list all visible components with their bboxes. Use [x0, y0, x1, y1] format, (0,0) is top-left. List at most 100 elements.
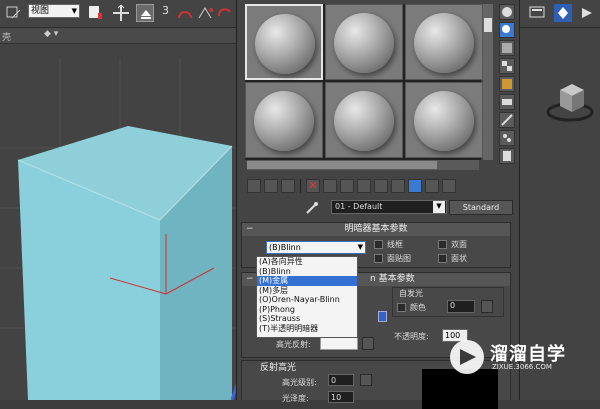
- make-preview-icon[interactable]: [499, 94, 515, 110]
- side-toolbar: [497, 4, 517, 164]
- material-sphere: [254, 91, 314, 151]
- sample-type-icon[interactable]: [499, 4, 515, 20]
- shader-dropdown-list: (A)各向异性 (B)Blinn (M)金属 (M)多层 (O)Oren-Nay…: [256, 256, 358, 338]
- material-type-button[interactable]: Standard: [449, 200, 513, 215]
- options-icon[interactable]: [499, 112, 515, 128]
- self-illum-spinner[interactable]: 0: [447, 300, 475, 313]
- slots-horizontal-scrollbar[interactable]: [247, 160, 479, 170]
- shader-option-highlighted[interactable]: (M)金属: [257, 276, 357, 286]
- rendered-frame-window-icon[interactable]: [554, 4, 572, 22]
- face-map-checkbox-row[interactable]: 面贴图: [374, 253, 411, 264]
- color-checkbox-row[interactable]: 颜色: [397, 302, 426, 313]
- material-map-navigator-icon[interactable]: [499, 148, 515, 164]
- self-illumination-group: 自发光 颜色 0: [392, 287, 504, 317]
- specular-level-map-button[interactable]: [360, 374, 372, 386]
- select-and-manipulate-icon[interactable]: [112, 4, 130, 22]
- sample-slot[interactable]: [325, 4, 403, 80]
- select-by-material-icon[interactable]: [499, 130, 515, 146]
- scrollbar-thumb[interactable]: [247, 161, 437, 169]
- shader-option[interactable]: (P)Phong: [257, 305, 357, 315]
- material-sphere: [255, 14, 315, 74]
- viewport-shading-dropdown[interactable]: ◆ ▾: [44, 29, 58, 39]
- go-to-parent-icon[interactable]: [408, 179, 422, 193]
- get-material-icon[interactable]: [247, 179, 261, 193]
- material-effects-icon[interactable]: [442, 179, 456, 193]
- shader-option[interactable]: (M)多层: [257, 286, 357, 296]
- eyedropper-icon[interactable]: [305, 201, 319, 215]
- angle-snap-icon[interactable]: [176, 4, 194, 22]
- specular-level-spinner[interactable]: 0: [328, 374, 354, 386]
- chevron-down-icon: ▼: [357, 243, 363, 251]
- checkbox-label: 双面: [451, 240, 467, 249]
- go-forward-to-sibling-icon[interactable]: [425, 179, 439, 193]
- shader-option[interactable]: (O)Oren-Nayar-Blinn: [257, 295, 357, 305]
- shader-option[interactable]: (T)半透明明暗器: [257, 324, 357, 334]
- shader-rollout-title: 明暗器基本参数: [344, 224, 408, 234]
- specular-level-label: 高光级别:: [282, 378, 317, 387]
- percent-snap-icon[interactable]: [196, 4, 214, 22]
- show-shaded-material-icon[interactable]: [374, 179, 388, 193]
- scrollbar-thumb[interactable]: [484, 18, 492, 32]
- material-sphere: [414, 13, 474, 73]
- glossiness-label: 光泽度:: [282, 394, 309, 403]
- sample-slot[interactable]: [405, 4, 483, 80]
- checkbox-label: 面状: [451, 254, 467, 263]
- material-sphere: [334, 13, 394, 73]
- face-map-checkbox[interactable]: [374, 254, 383, 263]
- pivot-point-icon[interactable]: [86, 4, 104, 22]
- material-sphere: [414, 91, 474, 151]
- specular-label: 高光反射:: [276, 340, 311, 349]
- render-production-icon[interactable]: [578, 4, 596, 22]
- render-setup-icon[interactable]: [528, 4, 546, 22]
- slots-vertical-scrollbar[interactable]: [483, 4, 493, 160]
- chevron-down-icon[interactable]: ▼: [433, 201, 445, 213]
- two-sided-checkbox[interactable]: [438, 240, 447, 249]
- put-to-scene-icon[interactable]: [264, 179, 278, 193]
- sample-slot[interactable]: [245, 82, 323, 158]
- chevron-down-icon: ▼: [71, 7, 77, 15]
- specular-color-swatch[interactable]: [320, 337, 358, 350]
- self-illumination-label: 自发光: [399, 289, 423, 298]
- lock-icon[interactable]: [378, 311, 387, 322]
- material-sphere: [334, 91, 394, 151]
- faceted-checkbox-row[interactable]: 面状: [438, 253, 467, 264]
- shader-option[interactable]: (S)Strauss: [257, 314, 357, 324]
- sample-slot[interactable]: [245, 4, 323, 80]
- keyboard-shortcut-override-icon[interactable]: [136, 4, 154, 22]
- viewport-label[interactable]: 壳: [2, 30, 11, 43]
- color-checkbox[interactable]: [397, 303, 406, 312]
- make-unique-icon[interactable]: [323, 179, 337, 193]
- video-color-check-icon[interactable]: [499, 76, 515, 92]
- self-illum-value: 0: [450, 301, 456, 310]
- color-label: 颜色: [410, 303, 426, 312]
- shader-option[interactable]: (B)Blinn: [257, 267, 357, 277]
- background-icon[interactable]: [499, 40, 515, 56]
- rollout-header[interactable]: − 明暗器基本参数: [242, 223, 510, 236]
- view-select-label: 视图: [31, 6, 50, 16]
- self-illum-map-button[interactable]: [481, 300, 493, 313]
- wireframe-checkbox[interactable]: [374, 240, 383, 249]
- faceted-checkbox[interactable]: [438, 254, 447, 263]
- shader-option[interactable]: (A)各向异性: [257, 257, 357, 267]
- reference-coordinate-select[interactable]: 视图 ▼: [28, 4, 80, 18]
- two-sided-checkbox-row[interactable]: 双面: [438, 239, 467, 250]
- assign-to-selection-icon[interactable]: [281, 179, 295, 193]
- selection-filter-icon[interactable]: [4, 4, 22, 22]
- sample-slot[interactable]: [405, 82, 483, 158]
- specular-map-button[interactable]: [362, 337, 374, 350]
- material-id-channel-icon[interactable]: [357, 179, 371, 193]
- wireframe-checkbox-row[interactable]: 线框: [374, 239, 403, 250]
- toolbar-divider: [300, 179, 301, 193]
- put-to-library-icon[interactable]: [340, 179, 354, 193]
- backlight-icon[interactable]: [499, 22, 515, 38]
- spinner-snap-icon[interactable]: [216, 4, 234, 22]
- uv-tiling-icon[interactable]: [499, 58, 515, 74]
- viewcube[interactable]: [520, 60, 600, 150]
- glossiness-spinner[interactable]: 10: [328, 391, 354, 403]
- show-end-result-icon[interactable]: [391, 179, 405, 193]
- snap-number: 3: [162, 4, 169, 17]
- material-name-field[interactable]: 01 - Default: [331, 200, 447, 214]
- sample-slot[interactable]: [325, 82, 403, 158]
- reset-map-icon[interactable]: ✕: [306, 179, 320, 193]
- shader-type-select[interactable]: (B)Blinn ▼: [266, 241, 366, 254]
